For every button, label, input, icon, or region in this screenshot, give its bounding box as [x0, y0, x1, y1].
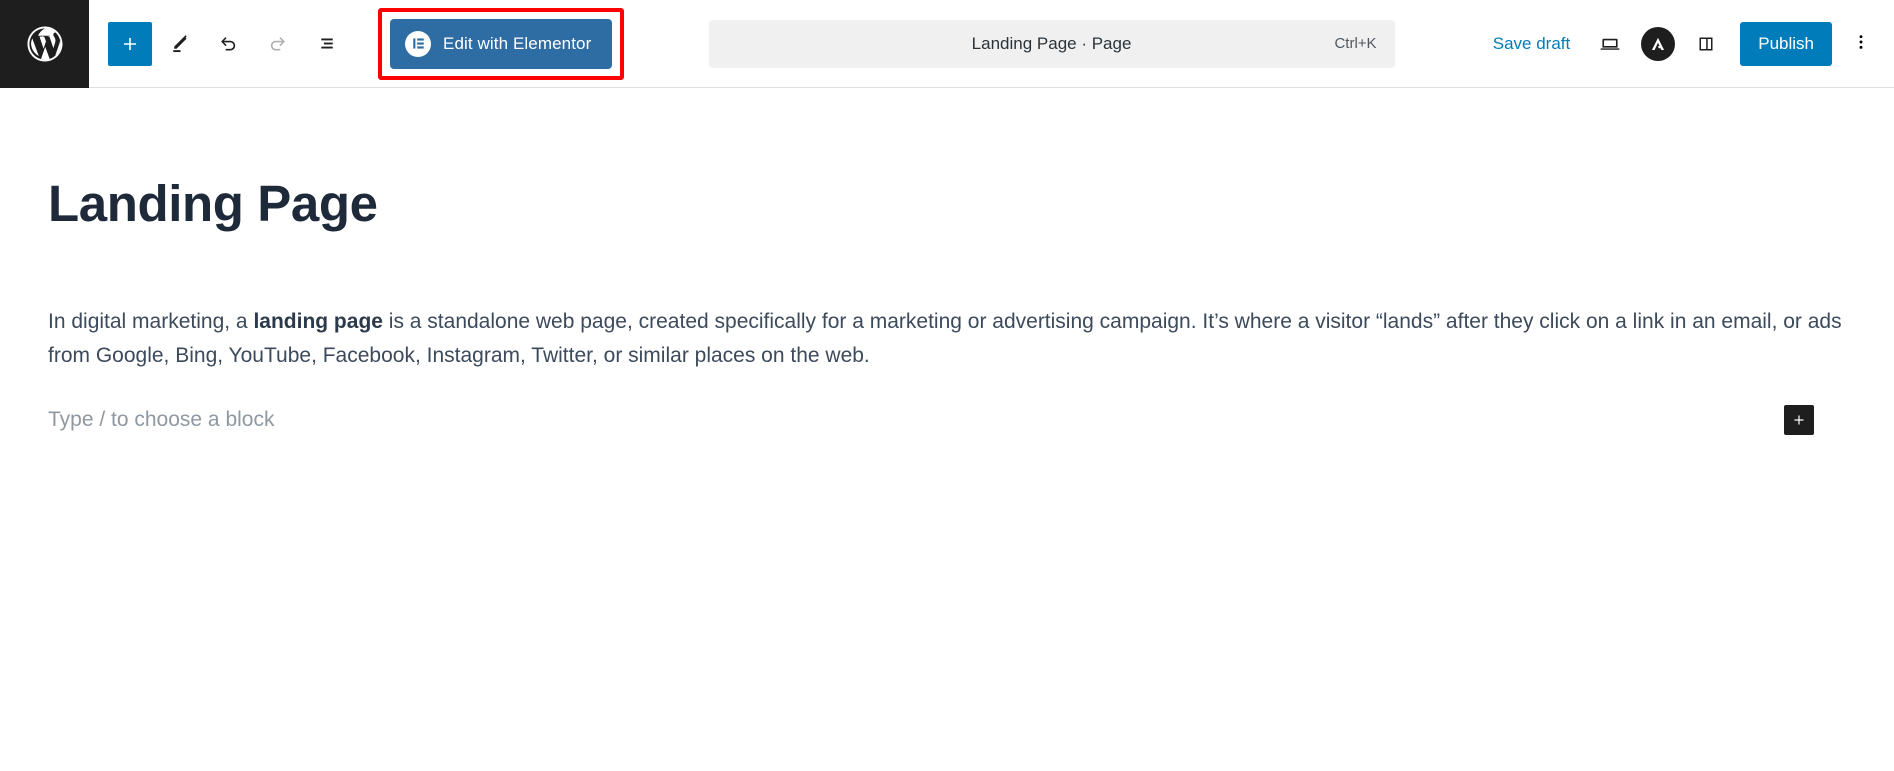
redo-arrow-icon	[265, 31, 290, 56]
redo-button[interactable]	[255, 22, 299, 66]
more-options-button[interactable]	[1842, 22, 1880, 66]
astra-theme-button[interactable]	[1636, 22, 1680, 66]
laptop-preview-icon	[1597, 31, 1623, 57]
save-draft-button[interactable]: Save draft	[1479, 26, 1585, 62]
command-bar-area: Landing Page · Page Ctrl+K	[624, 0, 1478, 87]
edit-with-elementor-button[interactable]: Edit with Elementor	[390, 18, 613, 69]
pencil-icon	[167, 31, 192, 56]
page-title[interactable]: Landing Page	[48, 88, 1846, 232]
command-bar-shortcut: Ctrl+K	[1334, 35, 1377, 52]
paragraph-lead: In digital marketing, a	[48, 310, 254, 334]
document-overview-button[interactable]	[304, 22, 348, 66]
content-paragraph[interactable]: In digital marketing, a landing page is …	[48, 232, 1846, 373]
plus-icon	[118, 32, 142, 56]
edit-with-elementor-label: Edit with Elementor	[443, 33, 592, 53]
wordpress-logo-button[interactable]	[0, 0, 89, 88]
block-placeholder-text[interactable]: Type / to choose a block	[48, 408, 274, 432]
empty-block-row: Type / to choose a block	[48, 373, 1846, 436]
editor-header: Edit with Elementor Landing Page · Page …	[0, 0, 1894, 88]
publish-button[interactable]: Publish	[1740, 21, 1832, 66]
settings-sidebar-button[interactable]	[1684, 22, 1728, 66]
post-content-area: Landing Page In digital marketing, a lan…	[0, 88, 1894, 770]
command-bar[interactable]: Landing Page · Page Ctrl+K	[708, 19, 1395, 68]
tools-edit-button[interactable]	[157, 22, 201, 66]
elementor-logo-icon	[405, 30, 431, 57]
command-bar-title: Landing Page · Page	[971, 33, 1132, 53]
undo-button[interactable]	[206, 22, 250, 66]
toolbar-left-group: Edit with Elementor	[89, 0, 625, 87]
add-block-button[interactable]	[108, 21, 152, 66]
edit-with-elementor-highlight: Edit with Elementor	[378, 7, 625, 80]
list-view-icon	[314, 31, 339, 56]
astra-logo-icon	[1641, 26, 1676, 61]
preview-button[interactable]	[1588, 22, 1632, 66]
block-appender-button[interactable]	[1784, 405, 1814, 436]
kebab-menu-icon	[1850, 31, 1872, 56]
editor-canvas: Landing Page In digital marketing, a lan…	[0, 88, 1894, 770]
toolbar-right-group: Save draft Publish	[1479, 0, 1894, 87]
wordpress-logo-icon	[24, 23, 66, 65]
paragraph-bold-term: landing page	[253, 310, 383, 334]
sidebar-panel-icon	[1694, 32, 1718, 56]
undo-arrow-icon	[216, 31, 241, 56]
plus-icon	[1790, 411, 1808, 429]
